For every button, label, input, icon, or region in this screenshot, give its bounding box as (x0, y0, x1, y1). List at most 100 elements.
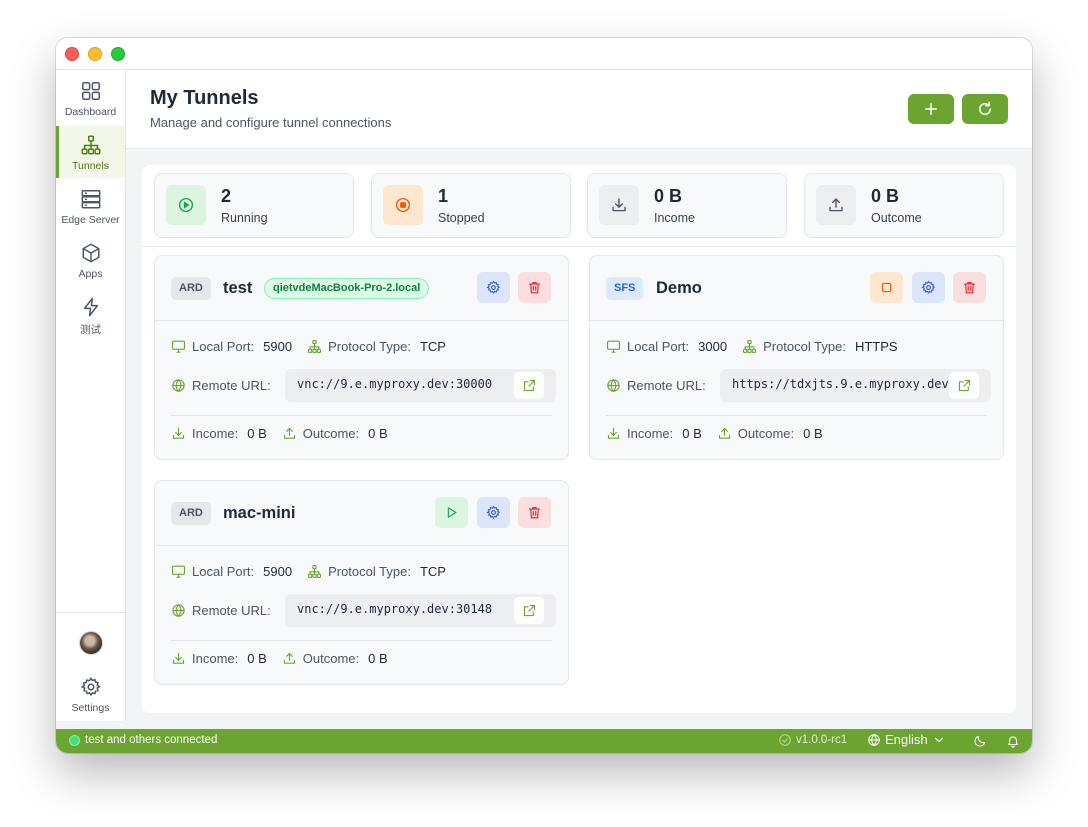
stat-stopped: 1 Stopped (371, 173, 571, 238)
tunnel-card-demo: SFS Demo Local Port: 3000 Protocol Type: (589, 255, 1004, 460)
trash-icon (963, 281, 976, 294)
tunnel-name: test (223, 279, 253, 297)
remote-url-label: Remote URL: (192, 602, 271, 618)
page-title: My Tunnels (150, 87, 259, 109)
stat-icon-box (166, 185, 206, 225)
tunnel-type-badge: ARD (171, 277, 211, 300)
minimize-window-button[interactable] (88, 47, 102, 61)
tunnel-delete-button[interactable] (518, 272, 551, 303)
income-value: 0 B (247, 650, 267, 666)
sidebar-item-tunnels[interactable]: Tunnels (56, 126, 125, 178)
protocol-value: TCP (419, 563, 446, 579)
play-circle-icon (178, 197, 194, 213)
protocol-label: Protocol Type: (328, 338, 411, 354)
local-port-value: 5900 (263, 563, 293, 579)
sidebar-item-apps[interactable]: Apps (56, 234, 125, 286)
income-label: Income: (627, 425, 674, 441)
income-label: Income: (192, 650, 239, 666)
gear-icon (486, 505, 501, 519)
remote-url-row: Remote URL: (171, 375, 271, 395)
tunnel-start-button[interactable] (435, 497, 468, 528)
trash-icon (528, 281, 541, 294)
stat-icon-box (383, 185, 423, 225)
tunnel-delete-button[interactable] (518, 497, 551, 528)
language-selector[interactable]: English (867, 732, 946, 747)
sidebar-item-label: Edge Server (61, 214, 120, 226)
version-indicator: v1.0.0-rc1 (778, 733, 847, 747)
sidebar-divider (56, 612, 125, 613)
avatar[interactable] (79, 631, 103, 655)
sidebar-item-dashboard[interactable]: Dashboard (56, 72, 125, 124)
remote-url-field[interactable]: https://tdxjts.9.e.myproxy.dev (720, 369, 991, 402)
stop-circle-icon (395, 197, 411, 213)
cube-icon (81, 243, 100, 263)
plus-icon (925, 103, 937, 115)
trash-icon (528, 506, 541, 519)
tunnel-card-header: ARD mac-mini (155, 481, 568, 546)
theme-toggle[interactable] (973, 734, 987, 751)
stat-label: Stopped (438, 211, 485, 225)
remote-url-field[interactable]: vnc://9.e.myproxy.dev:30000 (285, 369, 556, 402)
notifications-button[interactable] (1006, 734, 1020, 751)
tunnel-card-mac-mini: ARD mac-mini Local Port: 5900 Protocol T (154, 480, 569, 685)
stat-value: 2 (221, 186, 232, 206)
title-bar (56, 38, 1032, 70)
globe-icon (607, 378, 620, 392)
close-window-button[interactable] (65, 47, 79, 61)
add-tunnel-button[interactable] (908, 94, 954, 124)
refresh-icon (979, 101, 991, 115)
page-header: My Tunnels Manage and configure tunnel c… (126, 70, 1032, 149)
version-text: v1.0.0-rc1 (796, 734, 848, 746)
tunnel-settings-button[interactable] (477, 272, 510, 303)
outcome-label: Outcome: (302, 650, 360, 666)
remote-url-field[interactable]: vnc://9.e.myproxy.dev:30148 (285, 594, 556, 627)
sidebar-item-settings[interactable]: Settings (56, 668, 125, 720)
bolt-icon (83, 297, 98, 317)
tunnel-info-row: Local Port: 5900 Protocol Type: TCP (171, 336, 446, 356)
external-link-icon (523, 379, 535, 392)
tunnel-settings-button[interactable] (477, 497, 510, 528)
sidebar-item-edge-server[interactable]: Edge Server (56, 180, 125, 232)
sidebar-item-label: Tunnels (72, 160, 109, 172)
tunnel-settings-button[interactable] (912, 272, 945, 303)
chevron-down-icon (934, 737, 943, 742)
external-link-icon (958, 379, 970, 392)
divider (606, 415, 987, 416)
tunnel-delete-button[interactable] (953, 272, 986, 303)
sidebar-item-label: Apps (78, 268, 103, 280)
gear-icon (921, 280, 936, 294)
stat-value: 1 (438, 186, 449, 206)
remote-url-value: https://tdxjts.9.e.myproxy.dev (732, 377, 949, 391)
download-icon (612, 198, 626, 212)
outcome-label: Outcome: (302, 425, 360, 441)
network-icon (308, 339, 322, 353)
traffic-row: Income: 0 B Outcome: 0 B (171, 648, 388, 668)
refresh-button[interactable] (962, 94, 1008, 124)
sidebar-item-test[interactable]: 测试 (56, 288, 125, 340)
gear-icon (486, 280, 501, 294)
open-url-button[interactable] (949, 372, 979, 399)
sidebar-item-label: Dashboard (64, 106, 117, 118)
traffic-row: Income: 0 B Outcome: 0 B (171, 423, 388, 443)
globe-icon (172, 378, 185, 392)
globe-icon (172, 603, 185, 617)
monitor-icon (172, 340, 185, 353)
sidebar-item-label: 测试 (80, 324, 101, 336)
income-value: 0 B (247, 425, 267, 441)
tunnel-card-test: ARD test qietvdeMacBook-Pro-2.local Loca… (154, 255, 569, 460)
tunnel-card-header: SFS Demo (590, 256, 1003, 321)
protocol-value: HTTPS (854, 338, 898, 354)
tunnel-name: Demo (656, 279, 702, 297)
tunnel-stop-button[interactable] (870, 272, 903, 303)
connection-status-dot (69, 735, 80, 746)
local-port-value: 5900 (263, 338, 293, 354)
open-url-button[interactable] (514, 372, 544, 399)
remote-url-label: Remote URL: (192, 377, 271, 393)
local-port-label: Local Port: (627, 338, 690, 354)
open-url-button[interactable] (514, 597, 544, 624)
tunnel-type-badge: ARD (171, 502, 211, 525)
local-port-value: 3000 (698, 338, 728, 354)
maximize-window-button[interactable] (111, 47, 125, 61)
outcome-value: 0 B (368, 650, 388, 666)
sidebar-item-label: Settings (71, 702, 110, 714)
